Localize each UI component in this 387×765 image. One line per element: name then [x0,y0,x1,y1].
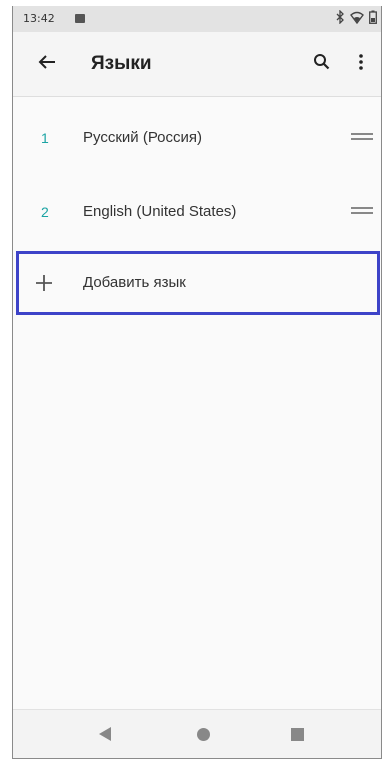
status-icons [336,9,377,27]
search-button[interactable] [307,50,335,78]
drag-handle-icon[interactable] [351,130,373,144]
status-time: 13:42 [23,12,55,25]
language-name: English (United States) [83,203,237,220]
navigation-bar [13,709,381,758]
add-language-button[interactable]: Добавить язык [16,251,380,315]
plus-icon [34,273,54,293]
search-icon [313,53,330,75]
language-index: 1 [41,130,49,146]
language-item-2[interactable]: 2 English (United States) [13,176,381,250]
drag-handle-icon[interactable] [351,204,373,218]
back-button[interactable] [33,50,61,78]
language-item-1[interactable]: 1 Русский (Россия) [13,102,381,176]
more-options-button[interactable] [347,50,375,78]
app-bar: Языки [13,32,381,97]
bluetooth-icon [336,9,345,27]
more-vert-icon [358,53,364,76]
battery-icon [369,10,377,27]
nav-back-icon[interactable] [99,727,111,741]
language-index: 2 [41,204,49,220]
add-language-label: Добавить язык [83,274,186,291]
page-title: Языки [91,53,152,74]
nav-home-icon[interactable] [197,728,210,741]
wifi-icon [350,11,364,27]
arrow-left-icon [38,54,56,75]
phone-screen: 13:42 Языки 1 Русский (Россия) 2 English… [12,6,382,759]
image-notification-icon [75,14,85,23]
nav-recents-icon[interactable] [291,728,304,741]
language-name: Русский (Россия) [83,129,203,146]
status-bar: 13:42 [13,6,381,32]
